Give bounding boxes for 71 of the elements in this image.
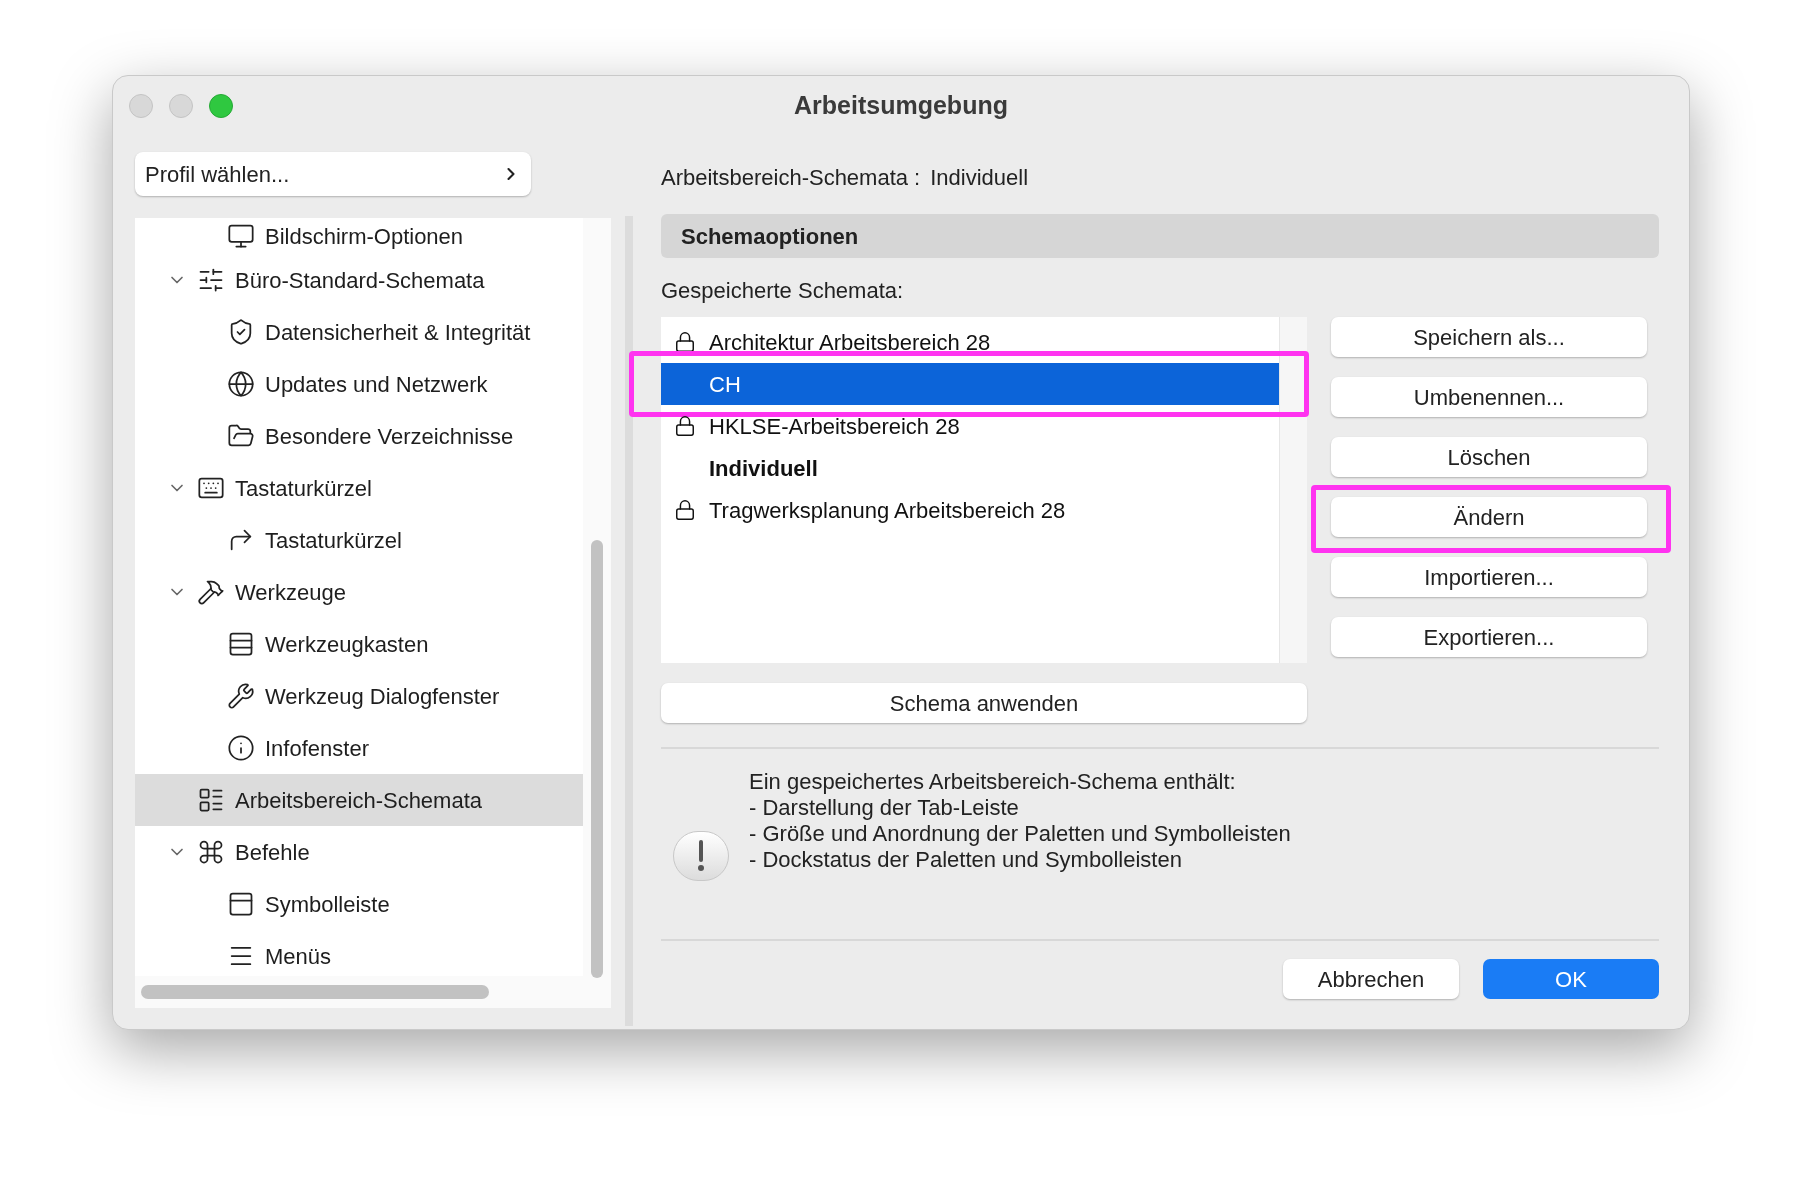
cancel-button[interactable]: Abbrechen [1283, 959, 1459, 999]
tree-label: Datensicherheit & Integrität [265, 318, 531, 347]
globe-icon [227, 370, 255, 398]
minimize-button[interactable] [169, 94, 193, 118]
tree-item[interactable]: Datensicherheit & Integrität [135, 306, 583, 358]
tree-label: Tastaturkürzel [265, 526, 402, 555]
scheme-item[interactable]: CH [661, 363, 1279, 405]
action-button[interactable]: Importieren... [1331, 557, 1647, 597]
horizontal-scrollbar[interactable] [141, 985, 489, 999]
tree-label: Tastaturkürzel [235, 474, 372, 503]
tree-item[interactable]: Befehle [135, 826, 583, 878]
tree-label: Bildschirm-Optionen [265, 222, 464, 251]
scheme-item[interactable]: HKLSE-Arbeitsbereich 28 [661, 405, 1279, 447]
tree-label: Werkzeugkasten [265, 630, 429, 659]
wrench-icon [227, 682, 255, 710]
layout-list-icon [197, 786, 225, 814]
action-button[interactable]: Ändern [1331, 497, 1647, 537]
info-icon [227, 734, 255, 762]
tree-item[interactable]: Tastaturkürzel [135, 462, 583, 514]
tree-item[interactable]: Bildschirm-Optionen [135, 218, 583, 254]
info-text: Ein gespeichertes Arbeitsbereich-Schema enthält: [749, 769, 1237, 795]
tree-item[interactable]: Arbeitsbereich-Schemata [135, 774, 583, 826]
vertical-scrollbar[interactable] [591, 540, 603, 978]
splitter[interactable] [625, 216, 633, 1026]
tree-item[interactable]: Tastaturkürzel [135, 514, 583, 566]
tree-label: Werkzeuge [235, 578, 346, 607]
scheme-item[interactable]: Tragwerksplanung Arbeitsbereich 28 [661, 489, 1279, 531]
tree-item[interactable]: Büro-Standard-Schemata [135, 254, 583, 306]
info-text: - Darstellung der Tab-Leiste [749, 795, 1020, 821]
alert-icon [673, 831, 729, 881]
info-text: - Größe und Anordnung der Paletten und Symbolleisten [749, 821, 1291, 847]
header-value: Individuell [930, 164, 1029, 192]
hammer-icon [197, 578, 225, 606]
tree-label: Menüs [265, 942, 332, 971]
scheme-item[interactable]: Architektur Arbeitsbereich 28 [661, 321, 1279, 363]
tree-item[interactable]: Menüs [135, 930, 583, 976]
info-text: - Dockstatus der Paletten und Symbolleisten [749, 847, 1183, 873]
tree-item[interactable]: Besondere Verzeichnisse [135, 410, 583, 462]
scheme-item[interactable]: Individuell [661, 447, 1279, 489]
action-button[interactable]: Exportieren... [1331, 617, 1647, 657]
list-label: Gespeicherte Schemata: [661, 277, 905, 305]
action-button[interactable]: Umbenennen... [1331, 377, 1647, 417]
monitor-icon [227, 222, 255, 250]
tree-item[interactable]: Infofenster [135, 722, 583, 774]
tree-label: Besondere Verzeichnisse [265, 422, 514, 451]
window-title: Arbeitsumgebung [794, 90, 1008, 122]
profile-button[interactable]: Profil wählen... [135, 152, 531, 196]
command-icon [197, 838, 225, 866]
tree-item[interactable]: Werkzeug Dialogfenster [135, 670, 583, 722]
sliders-icon [197, 266, 225, 294]
tree-label: Arbeitsbereich-Schemata [235, 786, 482, 815]
ok-button[interactable]: OK [1483, 959, 1659, 999]
tree-item[interactable]: Werkzeuge [135, 566, 583, 618]
tree-label: Symbolleiste [265, 890, 390, 919]
list-icon [227, 630, 255, 658]
tree-item[interactable]: Symbolleiste [135, 878, 583, 930]
tree-label: Werkzeug Dialogfenster [265, 682, 500, 711]
tree-label: Büro-Standard-Schemata [235, 266, 485, 295]
panel-icon [227, 890, 255, 918]
tree-item[interactable]: Werkzeugkasten [135, 618, 583, 670]
tree-label: Infofenster [265, 734, 369, 763]
header-label: Arbeitsbereich-Schemata : [661, 164, 921, 192]
action-button[interactable]: Speichern als... [1331, 317, 1647, 357]
tree-label: Befehle [235, 838, 310, 867]
tree-label: Updates und Netzwerk [265, 370, 488, 399]
close-button[interactable] [129, 94, 153, 118]
tree-item[interactable]: Updates und Netzwerk [135, 358, 583, 410]
zoom-button[interactable] [209, 94, 233, 118]
apply-button[interactable]: Schema anwenden [661, 683, 1307, 723]
section-header: Schemaoptionen [661, 214, 1659, 258]
action-button[interactable]: Löschen [1331, 437, 1647, 477]
